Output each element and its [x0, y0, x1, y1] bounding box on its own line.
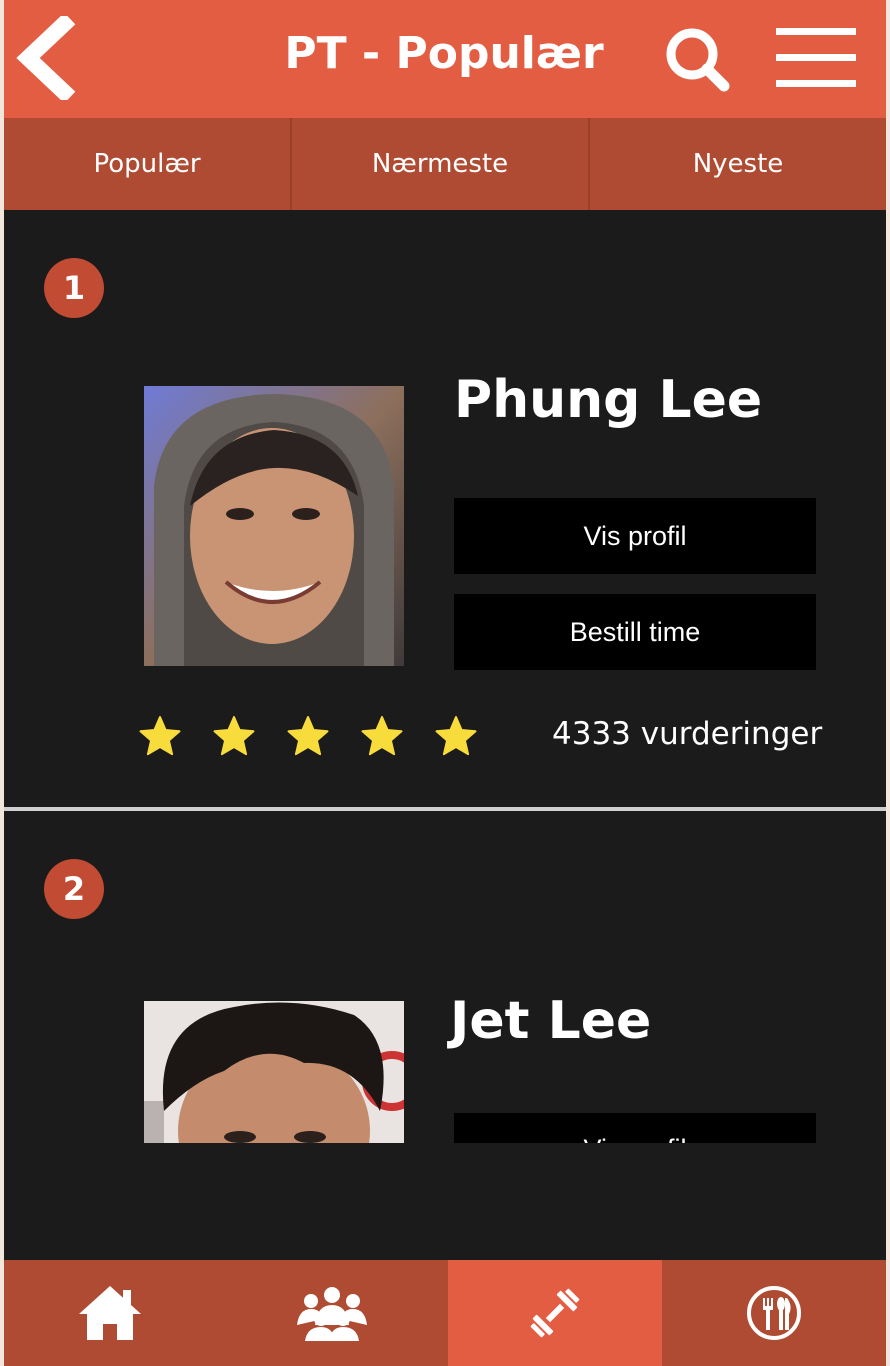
tab-popular[interactable]: Populær	[4, 118, 292, 210]
search-button[interactable]	[662, 24, 732, 94]
view-profile-button[interactable]: Vis profil	[454, 1113, 816, 1143]
chevron-left-icon	[16, 12, 76, 104]
trainer-card: 1 Phung Lee Vis profil Bestill time 4333…	[4, 210, 886, 807]
header-bar: PT - Populær	[4, 0, 886, 118]
nav-nutrition[interactable]	[662, 1260, 886, 1366]
tab-nearest[interactable]: Nærmeste	[292, 118, 590, 210]
nav-home[interactable]	[4, 1260, 216, 1366]
menu-button[interactable]	[774, 26, 858, 90]
group-icon	[297, 1287, 367, 1341]
star-icon	[139, 716, 181, 756]
bottom-navigation	[4, 1260, 886, 1366]
star-icon	[213, 716, 255, 756]
trainer-card: 2 Jet Lee Vis profil	[4, 811, 886, 1260]
search-icon	[666, 28, 730, 92]
dumbbell-icon	[530, 1288, 580, 1338]
ratings-count: 4333 vurderinger	[552, 716, 823, 752]
book-session-button[interactable]: Bestill time	[454, 594, 816, 670]
star-icon	[361, 716, 403, 756]
trainer-list[interactable]: 1 Phung Lee Vis profil Bestill time 4333…	[4, 210, 886, 1260]
rank-badge: 2	[44, 859, 104, 919]
page-title: PT - Populær	[284, 28, 604, 79]
home-icon	[79, 1286, 141, 1340]
trainer-photo	[144, 386, 404, 666]
hamburger-menu-icon	[776, 28, 856, 87]
tab-newest[interactable]: Nyeste	[590, 118, 886, 210]
trainer-name: Jet Lee	[450, 991, 652, 1051]
view-profile-button[interactable]: Vis profil	[454, 498, 816, 574]
trainer-name: Phung Lee	[454, 370, 763, 430]
star-icon	[287, 716, 329, 756]
tab-bar: Populær Nærmeste Nyeste	[4, 118, 886, 210]
star-rating	[138, 714, 478, 758]
view-profile-label: Vis profil	[583, 1134, 686, 1143]
nav-community[interactable]	[216, 1260, 448, 1366]
star-icon	[435, 716, 477, 756]
restaurant-icon	[747, 1286, 801, 1340]
rank-badge: 1	[44, 258, 104, 318]
nav-training[interactable]	[448, 1260, 662, 1366]
app-screen: PT - Populær Populær Nærmeste Nyeste 1 P…	[4, 0, 886, 1366]
back-button[interactable]	[14, 12, 78, 104]
trainer-photo	[144, 1001, 404, 1143]
